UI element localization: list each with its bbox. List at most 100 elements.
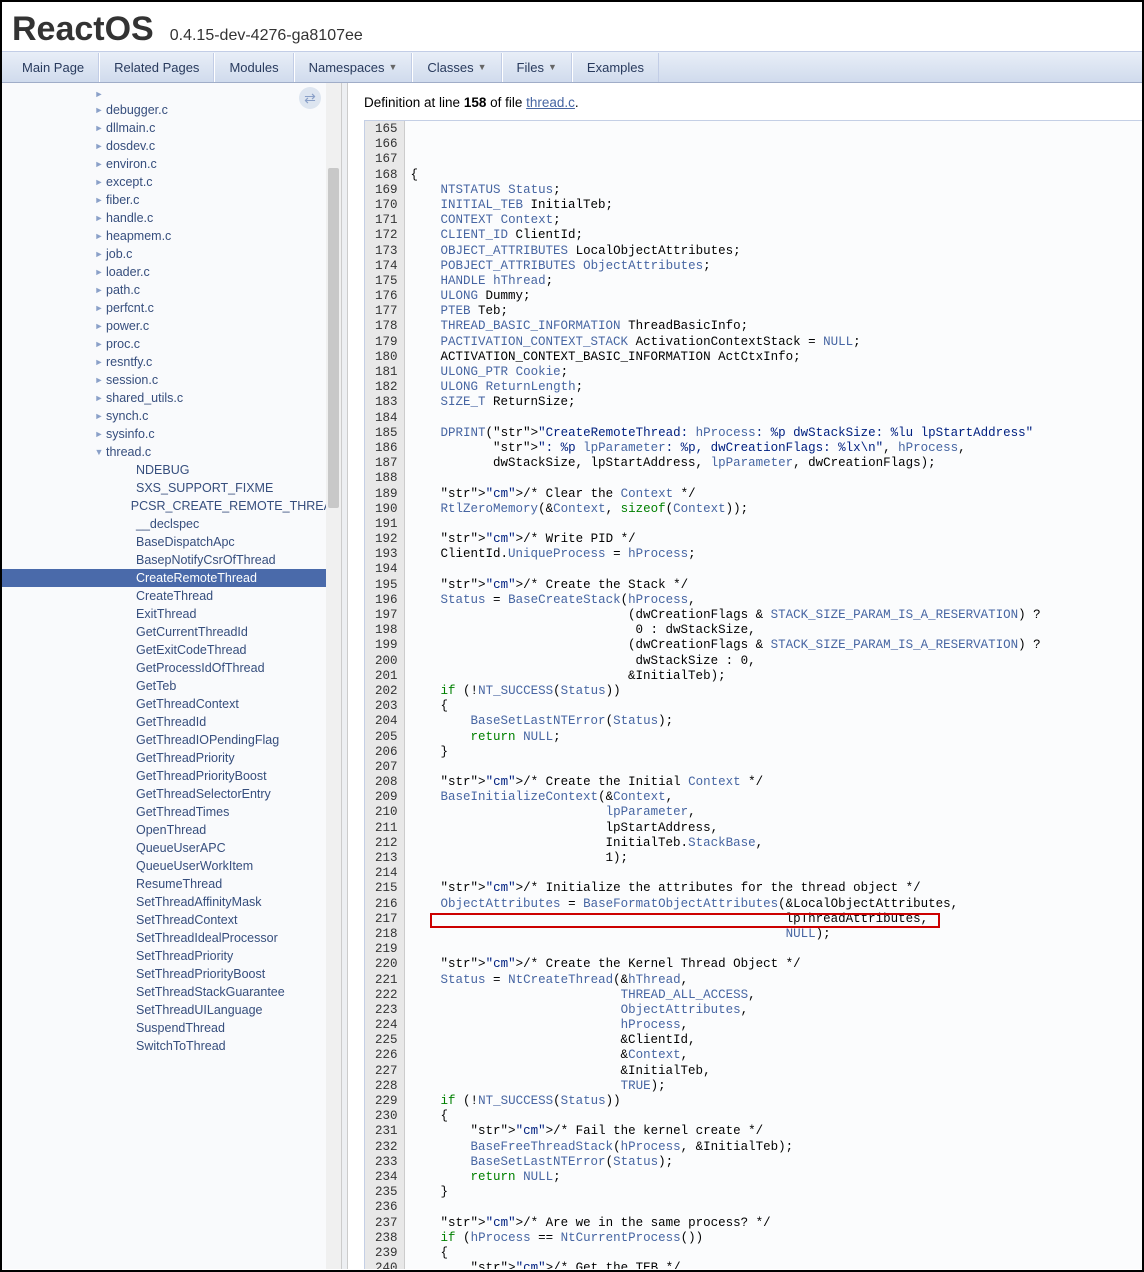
nav-item-getthreadpriorityboost[interactable]: GetThreadPriorityBoost — [2, 767, 341, 785]
nav-label: resntfy.c — [106, 355, 152, 369]
nav-label: OpenThread — [136, 823, 206, 837]
nav-item-proc-c[interactable]: ►proc.c — [2, 335, 341, 353]
sync-icon[interactable]: ⇄ — [299, 87, 321, 109]
nav-label: GetThreadPriorityBoost — [136, 769, 267, 783]
nav-item-shared-utils-c[interactable]: ►shared_utils.c — [2, 389, 341, 407]
code-line: "str">"cm">/* Are we in the same process… — [411, 1216, 1041, 1231]
nav-label: GetProcessIdOfThread — [136, 661, 265, 675]
nav-item-heapmem-c[interactable]: ►heapmem.c — [2, 227, 341, 245]
nav-item-createremotethread[interactable]: CreateRemoteThread — [2, 569, 341, 587]
nav-label: GetThreadTimes — [136, 805, 229, 819]
tab-main-page[interactable]: Main Page — [8, 53, 99, 82]
nav-item-dllmain-c[interactable]: ►dllmain.c — [2, 119, 341, 137]
chevron-right-icon: ► — [92, 141, 106, 151]
nav-item-getthreadtimes[interactable]: GetThreadTimes — [2, 803, 341, 821]
nav-item-ndebug[interactable]: NDEBUG — [2, 461, 341, 479]
nav-label: BaseDispatchApc — [136, 535, 235, 549]
nav-item-perfcnt-c[interactable]: ►perfcnt.c — [2, 299, 341, 317]
nav-item-setthreadaffinitymask[interactable]: SetThreadAffinityMask — [2, 893, 341, 911]
nav-item-exitthread[interactable]: ExitThread — [2, 605, 341, 623]
nav-item-basepnotifycsrofthread[interactable]: BasepNotifyCsrOfThread — [2, 551, 341, 569]
chevron-down-icon: ▼ — [478, 62, 487, 72]
tab-modules[interactable]: Modules — [214, 53, 293, 82]
tab-classes[interactable]: Classes▼ — [412, 53, 501, 82]
tab-files[interactable]: Files▼ — [502, 53, 572, 82]
code-line: SIZE_T ReturnSize; — [411, 395, 1041, 410]
nav-item-openthread[interactable]: OpenThread — [2, 821, 341, 839]
code-line — [411, 562, 1041, 577]
nav-label: GetThreadSelectorEntry — [136, 787, 271, 801]
code-block: 1651661671681691701711721731741751761771… — [364, 120, 1142, 1269]
nav-label: job.c — [106, 247, 132, 261]
nav-label: heapmem.c — [106, 229, 171, 243]
nav-item-except-c[interactable]: ►except.c — [2, 173, 341, 191]
code-line: OBJECT_ATTRIBUTES LocalObjectAttributes; — [411, 244, 1041, 259]
nav-item-createthread[interactable]: CreateThread — [2, 587, 341, 605]
nav-item-environ-c[interactable]: ►environ.c — [2, 155, 341, 173]
nav-item-queueuserapc[interactable]: QueueUserAPC — [2, 839, 341, 857]
code-line: TRUE); — [411, 1079, 1041, 1094]
nav-label: SXS_SUPPORT_FIXME — [136, 481, 273, 495]
nav-scrollbar[interactable] — [326, 83, 341, 1269]
chevron-right-icon: ► — [92, 339, 106, 349]
nav-item-setthreadidealprocessor[interactable]: SetThreadIdealProcessor — [2, 929, 341, 947]
nav-item-thread-c[interactable]: ▼thread.c — [2, 443, 341, 461]
nav-item-getthreadcontext[interactable]: GetThreadContext — [2, 695, 341, 713]
nav-item-basedispatchapc[interactable]: BaseDispatchApc — [2, 533, 341, 551]
nav-label: SetThreadAffinityMask — [136, 895, 262, 909]
nav-item-getthreadiopendingflag[interactable]: GetThreadIOPendingFlag — [2, 731, 341, 749]
nav-item-sysinfo-c[interactable]: ►sysinfo.c — [2, 425, 341, 443]
nav-item-fiber-c[interactable]: ►fiber.c — [2, 191, 341, 209]
nav-item-loader-c[interactable]: ►loader.c — [2, 263, 341, 281]
chevron-right-icon: ► — [92, 393, 106, 403]
nav-item-getcurrentthreadid[interactable]: GetCurrentThreadId — [2, 623, 341, 641]
nav-label: sysinfo.c — [106, 427, 155, 441]
nav-item--declspec[interactable]: __declspec — [2, 515, 341, 533]
nav-item-sxs-support-fixme[interactable]: SXS_SUPPORT_FIXME — [2, 479, 341, 497]
nav-label: synch.c — [106, 409, 148, 423]
nav-item-path-c[interactable]: ►path.c — [2, 281, 341, 299]
nav-item-[interactable]: ► — [2, 87, 341, 101]
chevron-right-icon: ► — [92, 213, 106, 223]
nav-item-switchtothread[interactable]: SwitchToThread — [2, 1037, 341, 1055]
nav-item-getthreadselectorentry[interactable]: GetThreadSelectorEntry — [2, 785, 341, 803]
nav-item-queueuserworkitem[interactable]: QueueUserWorkItem — [2, 857, 341, 875]
nav-item-getteb[interactable]: GetTeb — [2, 677, 341, 695]
code-line: dwStackSize : 0, — [411, 654, 1041, 669]
nav-item-getprocessidofthread[interactable]: GetProcessIdOfThread — [2, 659, 341, 677]
nav-item-suspendthread[interactable]: SuspendThread — [2, 1019, 341, 1037]
nav-item-setthreadstackguarantee[interactable]: SetThreadStackGuarantee — [2, 983, 341, 1001]
code-line: ULONG_PTR Cookie; — [411, 365, 1041, 380]
nav-item-resumethread[interactable]: ResumeThread — [2, 875, 341, 893]
nav-item-dosdev-c[interactable]: ►dosdev.c — [2, 137, 341, 155]
nav-item-power-c[interactable]: ►power.c — [2, 317, 341, 335]
nav-item-synch-c[interactable]: ►synch.c — [2, 407, 341, 425]
nav-item-pcsr-create-remote-thread[interactable]: PCSR_CREATE_REMOTE_THREAD — [2, 497, 341, 515]
nav-item-handle-c[interactable]: ►handle.c — [2, 209, 341, 227]
nav-item-getthreadid[interactable]: GetThreadId — [2, 713, 341, 731]
nav-label: GetThreadId — [136, 715, 206, 729]
nav-label: dllmain.c — [106, 121, 155, 135]
nav-item-getexitcodethread[interactable]: GetExitCodeThread — [2, 641, 341, 659]
tab-related-pages[interactable]: Related Pages — [99, 53, 214, 82]
code-line: if (!NT_SUCCESS(Status)) — [411, 1094, 1041, 1109]
tab-examples[interactable]: Examples — [572, 53, 659, 82]
code-line — [411, 1200, 1041, 1215]
project-number: 0.4.15-dev-4276-ga8107ee — [170, 27, 363, 45]
file-link[interactable]: thread.c — [526, 95, 575, 110]
code-line: PTEB Teb; — [411, 304, 1041, 319]
nav-item-job-c[interactable]: ►job.c — [2, 245, 341, 263]
nav-label: fiber.c — [106, 193, 139, 207]
nav-item-resntfy-c[interactable]: ►resntfy.c — [2, 353, 341, 371]
nav-item-setthreadcontext[interactable]: SetThreadContext — [2, 911, 341, 929]
chevron-right-icon: ► — [92, 321, 106, 331]
chevron-right-icon: ► — [92, 231, 106, 241]
nav-item-debugger-c[interactable]: ►debugger.c — [2, 101, 341, 119]
nav-item-setthreaduilanguage[interactable]: SetThreadUILanguage — [2, 1001, 341, 1019]
tab-namespaces[interactable]: Namespaces▼ — [294, 53, 413, 82]
nav-item-setthreadpriorityboost[interactable]: SetThreadPriorityBoost — [2, 965, 341, 983]
code-line: CONTEXT Context; — [411, 213, 1041, 228]
nav-item-setthreadpriority[interactable]: SetThreadPriority — [2, 947, 341, 965]
nav-item-getthreadpriority[interactable]: GetThreadPriority — [2, 749, 341, 767]
nav-item-session-c[interactable]: ►session.c — [2, 371, 341, 389]
